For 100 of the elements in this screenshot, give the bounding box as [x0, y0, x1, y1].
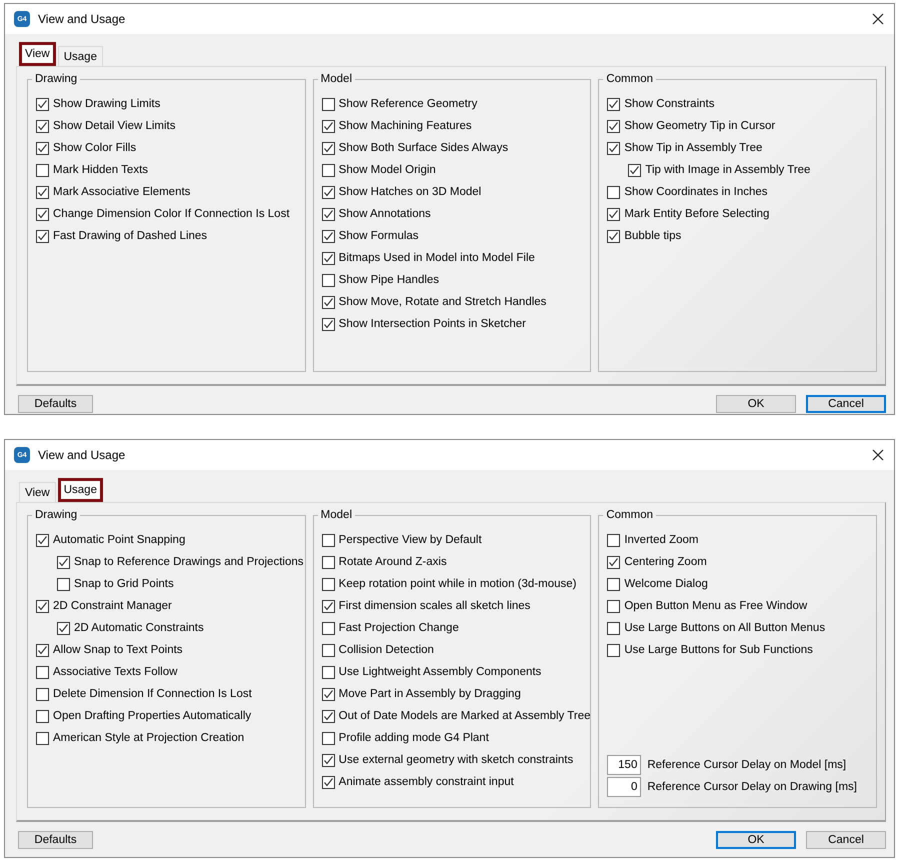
dialog-button[interactable]: Defaults [18, 395, 93, 413]
checkbox[interactable] [36, 120, 49, 132]
checkbox-label: Show Both Surface Sides Always [338, 142, 508, 154]
checkbox-label: Show Pipe Handles [338, 274, 440, 286]
tab[interactable]: View [19, 482, 56, 502]
checkbox[interactable] [322, 688, 335, 700]
checkbox[interactable] [57, 578, 70, 590]
checkbox[interactable] [322, 296, 335, 308]
checkbox[interactable] [36, 534, 49, 546]
checkbox[interactable] [607, 578, 620, 590]
close-icon[interactable] [872, 449, 884, 461]
checkbox[interactable] [322, 754, 335, 766]
checkbox-label: Collision Detection [338, 644, 434, 656]
checkbox[interactable] [607, 98, 620, 110]
checkbox[interactable] [322, 208, 335, 220]
checkbox[interactable] [36, 710, 49, 722]
checkbox[interactable] [322, 578, 335, 590]
tab[interactable]: View [19, 42, 56, 66]
checkbox-label: Inverted Zoom [624, 534, 698, 546]
checkbox-label: Mark Associative Elements [53, 186, 190, 198]
tab[interactable]: Usage [58, 46, 103, 66]
checkbox-label: Mark Entity Before Selecting [624, 208, 770, 220]
checkbox[interactable] [607, 622, 620, 634]
checkbox[interactable] [36, 186, 49, 198]
checkbox[interactable] [607, 644, 620, 656]
checkbox[interactable] [322, 318, 335, 330]
checkbox[interactable] [36, 98, 49, 110]
checkbox[interactable] [322, 666, 335, 678]
checkbox[interactable] [607, 600, 620, 612]
number-field[interactable]: 0 [607, 777, 642, 797]
checkbox[interactable] [607, 208, 620, 220]
dialog-button[interactable]: Defaults [18, 831, 93, 849]
checkbox[interactable] [36, 732, 49, 744]
checkbox[interactable] [322, 534, 335, 546]
checkbox-label: Show Model Origin [338, 164, 436, 176]
checkbox[interactable] [57, 622, 70, 634]
checkbox-label: Show Move, Rotate and Stretch Handles [338, 296, 546, 308]
checkbox-label: Show Tip in Assembly Tree [624, 142, 762, 154]
checkbox-label: Perspective View by Default [338, 534, 482, 546]
checkbox-label: Use external geometry with sketch constraints [338, 754, 574, 766]
checkbox-label: Animate assembly constraint input [338, 776, 514, 788]
checkbox-label: Allow Snap to Text Points [53, 644, 183, 656]
tab[interactable]: Usage [58, 478, 103, 502]
dialog-button[interactable]: Cancel [806, 831, 886, 849]
checkbox[interactable] [322, 710, 335, 722]
dialog-button[interactable]: OK [716, 831, 796, 849]
checkbox[interactable] [322, 622, 335, 634]
checkbox-label: Tip with Image in Assembly Tree [645, 164, 810, 176]
checkbox[interactable] [36, 142, 49, 154]
checkbox[interactable] [322, 120, 335, 132]
checkbox[interactable] [36, 666, 49, 678]
checkbox[interactable] [607, 120, 620, 132]
number-field[interactable]: 150 [607, 755, 642, 775]
checkbox[interactable] [57, 556, 70, 568]
checkbox-label: Rotate Around Z-axis [338, 556, 447, 568]
checkbox-label: Open Drafting Properties Automatically [53, 710, 252, 722]
checkbox[interactable] [322, 230, 335, 242]
group-title: Common [605, 73, 654, 85]
checkbox[interactable] [36, 208, 49, 220]
dialog-button[interactable]: Cancel [806, 395, 886, 413]
window-title: View and Usage [38, 12, 126, 26]
checkbox[interactable] [322, 142, 335, 154]
checkbox-label: Show Coordinates in Inches [624, 186, 768, 198]
checkbox-label: Show Drawing Limits [53, 98, 160, 110]
checkbox[interactable] [322, 556, 335, 568]
checkbox[interactable] [322, 186, 335, 198]
checkbox-label: Centering Zoom [624, 556, 707, 568]
field-label: Reference Cursor Delay on Drawing [ms] [647, 781, 857, 793]
checkbox[interactable] [322, 274, 335, 286]
checkbox[interactable] [607, 534, 620, 546]
checkbox[interactable] [36, 688, 49, 700]
close-icon[interactable] [872, 13, 884, 25]
checkbox-label: American Style at Projection Creation [53, 732, 244, 744]
checkbox[interactable] [322, 98, 335, 110]
group-title: Common [605, 509, 654, 521]
checkbox[interactable] [322, 252, 335, 264]
checkbox-label: 2D Constraint Manager [53, 600, 172, 612]
checkbox-label: Show Machining Features [338, 120, 472, 132]
window-title: View and Usage [38, 448, 126, 462]
checkbox[interactable] [322, 644, 335, 656]
dialog-button[interactable]: OK [716, 395, 796, 413]
checkbox[interactable] [607, 186, 620, 198]
checkbox[interactable] [628, 164, 642, 176]
checkbox-label: Out of Date Models are Marked at Assembly Tree [338, 710, 591, 722]
checkbox-label: Show Geometry Tip in Cursor [624, 120, 776, 132]
checkbox[interactable] [607, 556, 620, 568]
checkbox[interactable] [36, 600, 49, 612]
checkbox[interactable] [36, 644, 49, 656]
checkbox[interactable] [607, 142, 620, 154]
checkbox-label: Keep rotation point while in motion (3d-mouse) [338, 578, 576, 590]
checkbox[interactable] [607, 230, 620, 242]
checkbox[interactable] [322, 732, 335, 744]
checkbox[interactable] [36, 230, 49, 242]
checkbox[interactable] [322, 776, 335, 788]
checkbox[interactable] [322, 600, 335, 612]
checkbox[interactable] [322, 164, 335, 176]
checkbox-label: Snap to Grid Points [74, 578, 174, 590]
checkbox[interactable] [36, 164, 49, 176]
checkbox-label: Move Part in Assembly by Dragging [338, 688, 521, 700]
checkbox-label: Show Reference Geometry [338, 98, 478, 110]
